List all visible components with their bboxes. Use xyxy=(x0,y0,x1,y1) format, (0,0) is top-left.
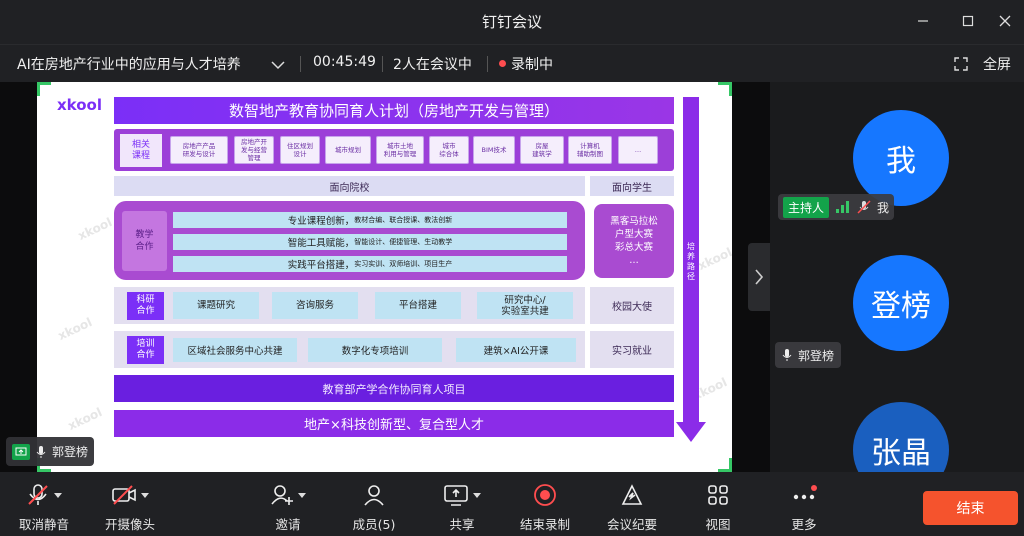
watermark: xkool xyxy=(65,405,105,433)
end-meeting-button[interactable]: 结束 xyxy=(923,491,1018,525)
recording-status: 录制中 xyxy=(499,54,553,74)
meeting-topic[interactable]: AI在房地产行业中的应用与人才培养 xyxy=(17,54,241,74)
meeting-minutes-button[interactable]: 会议纪要 xyxy=(592,480,672,533)
student-header: 面向学生 xyxy=(590,176,674,196)
course-chip: 城市土地 利用与管理 xyxy=(376,136,424,164)
research-item: 研究中心/ 实验室共建 xyxy=(477,292,573,319)
course-chip: 城市规划 xyxy=(325,136,371,164)
talent-goal-bar: 地产×科技创新型、复合型人才 xyxy=(114,410,674,437)
watermark: xkool xyxy=(695,245,732,273)
research-item: 课题研究 xyxy=(173,292,259,319)
title-bar: 钉钉会议 xyxy=(0,0,1024,44)
minutes-icon xyxy=(621,484,643,505)
add-user-icon xyxy=(271,485,293,505)
avatar[interactable]: 登榜 xyxy=(853,255,949,351)
competition-box: 黑客马拉松 户型大赛 彩总大赛 … xyxy=(594,204,674,278)
training-item: 建筑×AI公开课 xyxy=(456,338,576,362)
meeting-toolbar: 取消静音 开摄像头 邀请 成员(5) 共享 结束录制 会议纪要 视图 更多 xyxy=(0,472,1024,536)
research-label: 科研 合作 xyxy=(127,292,164,320)
grid-view-icon xyxy=(708,485,728,505)
watermark: xkool xyxy=(75,215,115,243)
microphone-icon xyxy=(36,445,46,458)
close-button[interactable] xyxy=(990,8,1020,34)
training-item: 区域社会服务中心共建 xyxy=(173,338,297,362)
chevron-right-icon xyxy=(755,269,764,285)
participants-status[interactable]: 2人在会议中 xyxy=(393,54,472,74)
close-icon xyxy=(999,15,1011,27)
muted-microphone-icon xyxy=(857,200,871,214)
sharer-tag: 郭登榜 xyxy=(6,437,95,466)
camera-off-icon xyxy=(112,485,136,505)
invite-button[interactable]: 邀请 xyxy=(248,480,328,533)
research-item: 平台搭建 xyxy=(375,292,461,319)
college-header: 面向院校 xyxy=(114,176,585,196)
meeting-duration: 00:45:49 xyxy=(313,54,376,70)
teaching-item: 专业课程创新， 教材合编、联合授课、教法创新 xyxy=(173,212,567,228)
course-chip: 城市 综合体 xyxy=(429,136,469,164)
ministry-project-bar: 教育部产学合作协同育人项目 xyxy=(114,375,674,402)
ambassador-box: 校园大使 xyxy=(590,287,674,324)
shared-screen-area: xkool xkool xkool xkool xkool xkool 数智地产… xyxy=(0,82,770,472)
host-badge: 主持人 xyxy=(783,196,830,218)
minimize-icon xyxy=(918,20,928,22)
participant-tag: 郭登榜 xyxy=(775,342,842,368)
slide-logo: xkool xyxy=(57,96,102,114)
training-label: 培训 合作 xyxy=(127,336,164,364)
share-screen-icon xyxy=(444,485,468,506)
fullscreen-button[interactable]: 全屏 xyxy=(983,54,1011,74)
camera-button[interactable]: 开摄像头 xyxy=(90,480,170,533)
unmute-button[interactable]: 取消静音 xyxy=(4,480,84,533)
minimize-button[interactable] xyxy=(908,8,938,34)
recording-dot-icon xyxy=(499,59,506,67)
record-icon xyxy=(534,484,556,506)
course-chip: 房屋 建筑学 xyxy=(520,136,564,164)
course-chip: 房地产产品 研发与设计 xyxy=(170,136,228,164)
window-title: 钉钉会议 xyxy=(481,13,542,31)
slide-title: 数智地产教育协同育人计划（房地产开发与管理） xyxy=(114,97,674,124)
teaching-item: 智能工具赋能， 智能设计、便捷管理、生动教学 xyxy=(173,234,567,250)
more-icon xyxy=(793,485,817,500)
muted-microphone-icon xyxy=(28,484,48,505)
more-button[interactable]: 更多 xyxy=(764,480,844,533)
avatar[interactable]: 我 xyxy=(853,110,949,206)
course-chip: 住区规划 设计 xyxy=(280,136,320,164)
course-chip: 房地产开 发与经营 管理 xyxy=(234,136,274,164)
maximize-button[interactable] xyxy=(953,8,983,34)
members-icon xyxy=(364,485,384,506)
path-label: 培 养 路 径 xyxy=(687,242,695,281)
collapse-panel-button[interactable] xyxy=(748,243,770,311)
courses-label: 相关 课程 xyxy=(120,134,162,167)
internship-box: 实习就业 xyxy=(590,331,674,368)
fullscreen-icon[interactable] xyxy=(954,57,968,71)
participant-tag-self: 主持人 我 xyxy=(778,194,895,220)
share-button[interactable]: 共享 xyxy=(422,480,502,533)
teaching-label: 教学 合作 xyxy=(122,211,167,271)
sharer-name: 郭登榜 xyxy=(52,445,89,459)
participant-panel: 我 主持人 我 登榜 郭登榜 张晶 xyxy=(770,82,1024,498)
training-item: 数字化专项培训 xyxy=(308,338,442,362)
shared-slide: xkool xkool xkool xkool xkool xkool 数智地产… xyxy=(37,82,732,472)
course-chip: 计算机 辅助制图 xyxy=(568,136,612,164)
members-button[interactable]: 成员(5) xyxy=(334,480,414,533)
chevron-down-icon[interactable] xyxy=(271,60,285,70)
teaching-item: 实践平台搭建， 实习实训、双师培训、项目生产 xyxy=(173,256,567,272)
microphone-icon xyxy=(782,349,792,361)
research-item: 咨询服务 xyxy=(272,292,358,319)
course-chip: … xyxy=(618,136,658,164)
view-button[interactable]: 视图 xyxy=(678,480,758,533)
signal-icon xyxy=(836,201,850,213)
course-chip: BIM技术 xyxy=(473,136,515,164)
end-recording-button[interactable]: 结束录制 xyxy=(505,480,585,533)
watermark: xkool xyxy=(55,315,95,343)
arrow-down-icon xyxy=(676,422,706,442)
maximize-icon xyxy=(962,15,974,27)
screen-share-icon xyxy=(12,443,30,460)
meeting-info-bar: AI在房地产行业中的应用与人才培养 00:45:49 2人在会议中 录制中 全屏 xyxy=(0,44,1024,82)
